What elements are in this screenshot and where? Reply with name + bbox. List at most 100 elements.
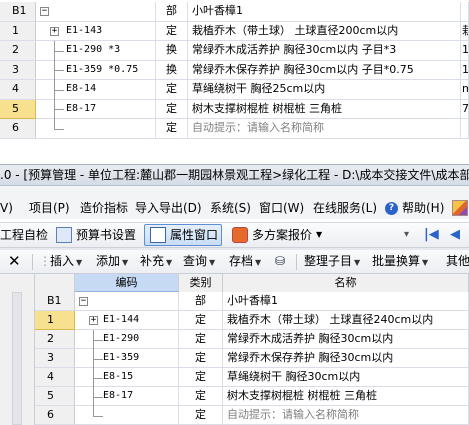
table-row[interactable]: B1 部 小叶香樟1	[0, 2, 469, 22]
insert-button[interactable]: 插入 ▼	[50, 250, 82, 274]
code-cell[interactable]	[75, 292, 179, 311]
row-number[interactable]: 5	[0, 99, 36, 119]
code-cell[interactable]: E8-15	[75, 368, 179, 387]
extra-cell[interactable]: 7	[461, 99, 469, 119]
row-number[interactable]: 6	[35, 406, 75, 425]
add-button[interactable]: 添加 ▼	[96, 250, 128, 274]
pencil-icon[interactable]	[452, 200, 468, 216]
table-row[interactable]: 6 定 自动提示：请输入名称简称	[0, 119, 469, 139]
panel-scrollbar[interactable]	[12, 292, 22, 425]
code-cell[interactable]	[75, 406, 179, 425]
project-self-check-button[interactable]: 工程自检	[0, 223, 48, 247]
type-cell[interactable]: 定	[156, 119, 188, 139]
grid-header-name[interactable]: 名称	[223, 274, 469, 292]
name-cell[interactable]: 树木支撑树棍桩 树棍桩 三角桩	[223, 387, 469, 406]
menu-online-service[interactable]: 在线服务(L)	[313, 197, 377, 219]
type-cell[interactable]: 换	[156, 41, 188, 61]
grid-header-code[interactable]: 编码	[75, 274, 179, 292]
menu-system[interactable]: 系统(S)	[210, 197, 251, 219]
type-cell[interactable]: 定	[156, 99, 188, 119]
type-cell[interactable]: 定	[179, 311, 223, 330]
expand-icon[interactable]: +	[50, 26, 59, 36]
row-number[interactable]: 3	[0, 60, 36, 80]
extra-cell[interactable]	[461, 2, 469, 22]
table-row[interactable]: 2 E1-290 *3 换 常绿乔木成活养护 胸径30cm以内 子目*3 1	[0, 41, 469, 61]
row-number[interactable]: 2	[35, 330, 75, 349]
table-row[interactable]: 4 E8-14 定 草绳绕树干 胸径25cm以内 m	[0, 80, 469, 100]
table-row[interactable]: 1 E1-144 定 栽植乔木（带土球） 土球直径240cm以内	[35, 311, 469, 330]
menu-view[interactable]: V)	[0, 197, 13, 219]
menu-help[interactable]: 帮助(H)	[402, 197, 444, 219]
table-row[interactable]: B1 部 小叶香樟1	[35, 292, 469, 311]
previous-record-icon[interactable]: ◀	[450, 223, 460, 247]
name-cell[interactable]: 自动提示：请输入名称简称	[188, 119, 461, 139]
code-cell[interactable]: E8-17	[75, 387, 179, 406]
extra-cell[interactable]: 栽	[461, 21, 469, 41]
multi-scheme-quote-button[interactable]: 多方案报价	[252, 223, 312, 247]
type-cell[interactable]: 部	[156, 2, 188, 22]
table-row[interactable]: 5 E8-17 定 树木支撑树棍桩 树棍桩 三角桩 7	[0, 99, 469, 119]
extra-cell[interactable]: 1	[461, 60, 469, 80]
binoculars-icon[interactable]: ⛁	[275, 250, 285, 272]
toolbar-more-icon[interactable]: ▾	[404, 223, 409, 247]
code-cell[interactable]: E1-359	[75, 349, 179, 368]
menu-window[interactable]: 窗口(W)	[259, 197, 304, 219]
row-number[interactable]: 5	[35, 387, 75, 406]
name-cell[interactable]: 常绿乔木保存养护 胸径30cm以内	[223, 349, 469, 368]
type-cell[interactable]: 换	[156, 60, 188, 80]
name-cell[interactable]: 常绿乔木成活养护 胸径30cm以内 子目*3	[188, 41, 461, 61]
batch-conversion-button[interactable]: 批量换算 ▼	[372, 250, 428, 274]
row-number[interactable]: 1	[0, 21, 36, 41]
first-record-icon[interactable]: |◀	[424, 223, 439, 247]
code-cell[interactable]	[36, 2, 156, 22]
close-icon[interactable]: ✕	[8, 250, 21, 272]
multi-scheme-dropdown-icon[interactable]: ▼	[316, 223, 322, 247]
type-cell[interactable]: 定	[156, 80, 188, 100]
type-cell[interactable]: 定	[156, 21, 188, 41]
query-button[interactable]: 查询 ▼	[183, 250, 215, 274]
name-cell[interactable]: 栽植乔木（带土球） 土球直径200cm以内	[188, 21, 461, 41]
table-row[interactable]: 1 E1-143 定 栽植乔木（带土球） 土球直径200cm以内 栽	[0, 21, 469, 41]
type-cell[interactable]: 部	[179, 292, 223, 311]
row-number[interactable]: 3	[35, 349, 75, 368]
menu-import-export[interactable]: 导入导出(D)	[135, 197, 202, 219]
name-cell[interactable]: 自动提示：请输入名称简称	[223, 406, 469, 425]
collapse-icon[interactable]: −	[40, 7, 49, 16]
row-number[interactable]: 2	[0, 41, 36, 61]
type-cell[interactable]: 定	[179, 368, 223, 387]
organize-subitems-button[interactable]: 整理子目 ▼	[304, 250, 360, 274]
type-cell[interactable]: 定	[179, 330, 223, 349]
row-number[interactable]: B1	[35, 292, 75, 311]
type-cell[interactable]: 定	[179, 387, 223, 406]
collapse-icon[interactable]: −	[79, 297, 88, 306]
extra-cell[interactable]	[461, 119, 469, 139]
type-cell[interactable]: 定	[179, 349, 223, 368]
name-cell[interactable]: 草绳绕树干 胸径25cm以内	[188, 80, 461, 100]
name-cell[interactable]: 常绿乔木成活养护 胸径30cm以内	[223, 330, 469, 349]
row-number[interactable]: 4	[35, 368, 75, 387]
name-cell[interactable]: 栽植乔木（带土球） 土球直径240cm以内	[223, 311, 469, 330]
grid-header-type[interactable]: 类别	[179, 274, 223, 292]
name-cell[interactable]: 树木支撑树棍桩 树棍桩 三角桩	[188, 99, 461, 119]
name-cell[interactable]: 小叶香樟1	[188, 2, 461, 22]
row-number[interactable]: 4	[0, 80, 36, 100]
help-icon[interactable]: ?	[385, 202, 398, 215]
table-row[interactable]: 3 E1-359 *0.75 换 常绿乔木保存养护 胸径30cm以内 子目*0.75 1	[0, 60, 469, 80]
row-number[interactable]: 1	[35, 311, 75, 330]
row-number[interactable]: 6	[0, 119, 36, 139]
code-cell[interactable]: E1-290	[75, 330, 179, 349]
other-button[interactable]: 其他	[446, 250, 469, 272]
extra-cell[interactable]: 1	[461, 41, 469, 61]
name-cell[interactable]: 常绿乔木保存养护 胸径30cm以内 子目*0.75	[188, 60, 461, 80]
menu-project[interactable]: 项目(P)	[29, 197, 70, 219]
name-cell[interactable]: 小叶香樟1	[223, 292, 469, 311]
name-cell[interactable]: 草绳绕树干 胸径30cm以内	[223, 368, 469, 387]
menu-cost-index[interactable]: 造价指标	[80, 197, 128, 219]
budget-settings-button[interactable]: 预算书设置	[76, 223, 136, 247]
supplement-button[interactable]: 补充 ▼	[140, 250, 172, 274]
archive-button[interactable]: 存档 ▼	[229, 250, 261, 274]
row-number[interactable]: B1	[0, 2, 36, 22]
extra-cell[interactable]: m	[461, 80, 469, 100]
type-cell[interactable]: 定	[179, 406, 223, 425]
expand-icon[interactable]: +	[89, 316, 98, 325]
